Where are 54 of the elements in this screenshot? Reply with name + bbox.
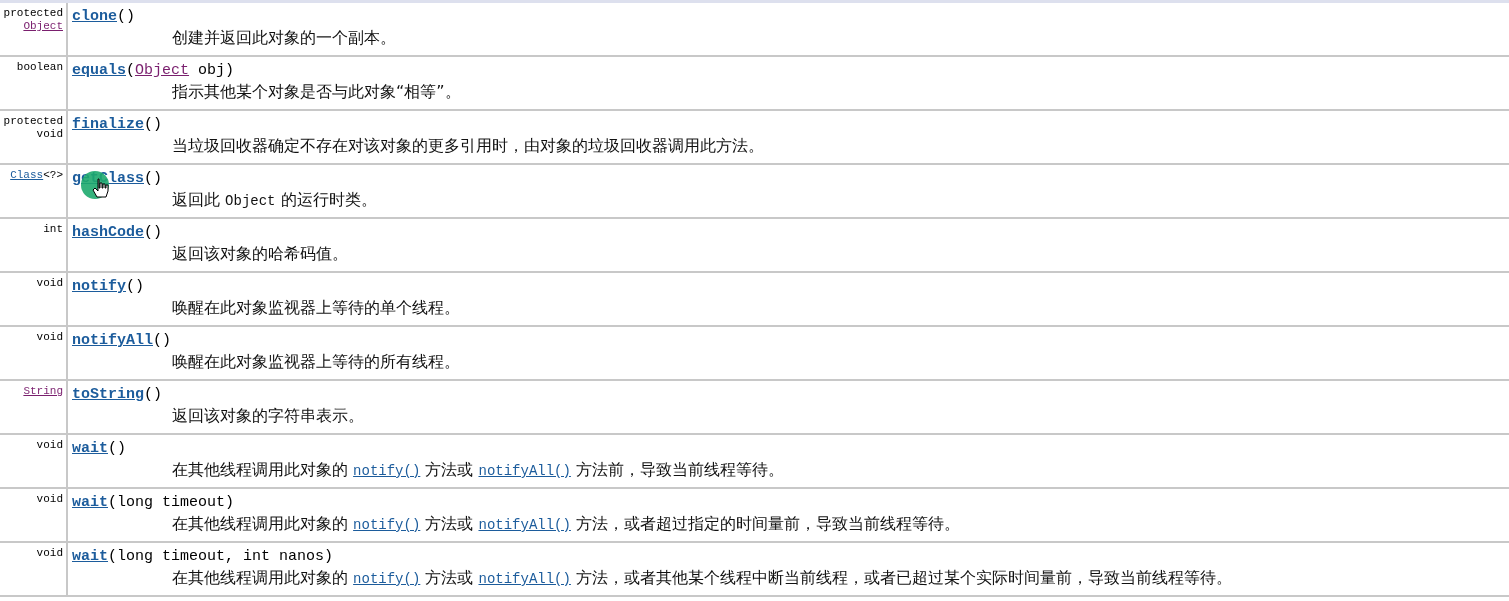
method-link[interactable]: notifyAll() — [478, 571, 571, 587]
method-link[interactable]: wait — [72, 547, 108, 567]
method-description: 唤醒在此对象监视器上等待的单个线程。 — [171, 297, 461, 319]
return-type: void — [36, 547, 63, 560]
return-type: boolean — [16, 61, 63, 74]
method-description: 返回该对象的字符串表示。 — [171, 405, 365, 427]
return-type: protected — [3, 7, 63, 20]
return-type: void — [36, 493, 63, 506]
method-params: () — [144, 115, 163, 135]
method-link[interactable]: notifyAll() — [478, 463, 571, 479]
method-description: 当垃圾回收器确定不存在对该对象的更多引用时，由对象的垃圾回收器调用此方法。 — [171, 135, 765, 157]
method-description: 唤醒在此对象监视器上等待的所有线程。 — [171, 351, 461, 373]
type-link[interactable]: Object — [135, 61, 190, 81]
return-type: void — [36, 439, 63, 452]
method-link[interactable]: notify() — [353, 517, 421, 533]
method-link[interactable]: toString — [72, 385, 144, 405]
method-link[interactable]: notify — [72, 277, 126, 297]
method-link[interactable]: notify() — [353, 463, 421, 479]
method-params: (long timeout) — [108, 493, 235, 513]
method-link[interactable]: notifyAll() — [478, 517, 571, 533]
method-link[interactable]: wait — [72, 493, 108, 513]
method-link[interactable]: finalize — [72, 115, 144, 135]
type-link[interactable]: Object — [23, 20, 63, 32]
method-link[interactable]: wait — [72, 439, 108, 459]
method-params: () — [117, 7, 136, 27]
method-params: () — [144, 169, 163, 189]
return-type: void — [36, 277, 63, 290]
method-link[interactable]: notifyAll — [72, 331, 153, 351]
return-type: void — [36, 128, 63, 141]
method-params: () — [108, 439, 127, 459]
method-params: ( — [126, 61, 136, 81]
method-link[interactable]: notify() — [353, 571, 421, 587]
return-type: int — [43, 223, 63, 236]
method-description: 返回此 Object 的运行时类。 — [171, 189, 378, 211]
method-description: 指示其他某个对象是否与此对象“相等”。 — [171, 81, 462, 103]
method-link[interactable]: equals — [72, 61, 126, 81]
method-params: (long timeout, int nanos) — [108, 547, 334, 567]
method-description: 在其他线程调用此对象的 notify() 方法或 notifyAll() 方法，或者超过指定的时间量前，导致当前线程等待。 — [171, 513, 961, 535]
method-params: () — [153, 331, 172, 351]
method-params: obj) — [197, 61, 235, 81]
class-link[interactable]: Class — [10, 169, 44, 181]
method-params: () — [144, 223, 163, 243]
method-description: 返回该对象的哈希码值。 — [171, 243, 349, 265]
method-params: () — [126, 277, 145, 297]
method-description: 在其他线程调用此对象的 notify() 方法或 notifyAll() 方法前，导致当前线程等待。 — [171, 459, 785, 481]
method-link[interactable]: clone — [72, 7, 117, 27]
method-description: 创建并返回此对象的一个副本。 — [171, 27, 397, 49]
type-link[interactable]: String — [23, 385, 63, 397]
method-params: () — [144, 385, 163, 405]
method-link[interactable]: hashCode — [72, 223, 144, 243]
type-text: <?> — [43, 169, 63, 181]
method-description: 在其他线程调用此对象的 notify() 方法或 notifyAll() 方法，或者其他某个线程中断当前线程，或者已超过某个实际时间量前，导致当前线程等待。 — [171, 567, 1233, 589]
return-type: void — [36, 331, 63, 344]
return-type: protected — [3, 115, 63, 128]
